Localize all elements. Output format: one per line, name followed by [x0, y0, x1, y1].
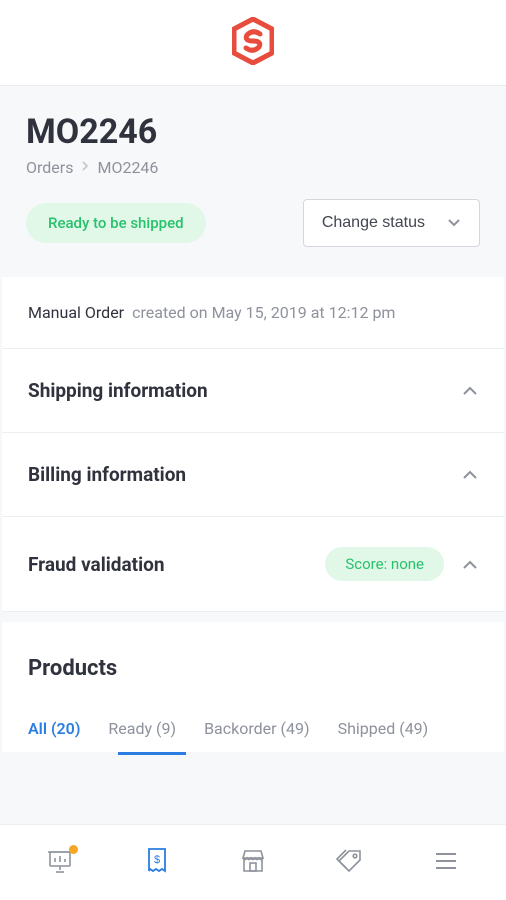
billing-title: Billing information: [28, 463, 186, 486]
tab-underline: [118, 752, 186, 755]
shipping-title: Shipping information: [28, 379, 208, 402]
nav-tags[interactable]: [327, 841, 371, 885]
breadcrumb: Orders MO2246: [26, 158, 480, 177]
tab-ready[interactable]: Ready (9): [108, 719, 176, 752]
chevron-up-icon: [462, 555, 478, 574]
change-status-label: Change status: [322, 214, 425, 232]
fraud-title: Fraud validation: [28, 553, 164, 576]
fraud-section[interactable]: Fraud validation Score: none: [2, 517, 504, 612]
chevron-right-icon: [81, 160, 89, 175]
store-icon: [240, 848, 266, 878]
chevron-down-icon: [447, 214, 461, 232]
breadcrumb-parent[interactable]: Orders: [26, 158, 73, 177]
receipt-icon: $: [145, 847, 169, 879]
nav-inventory[interactable]: [231, 841, 275, 885]
order-details-card: Manual Order created on May 15, 2019 at …: [2, 277, 504, 612]
order-created-text: created on May 15, 2019 at 12:12 pm: [132, 303, 395, 322]
nav-menu[interactable]: [424, 841, 468, 885]
app-header: [0, 0, 506, 86]
tab-backorder[interactable]: Backorder (49): [204, 719, 309, 752]
tab-shipped[interactable]: Shipped (49): [338, 719, 429, 752]
title-section: MO2246 Orders MO2246 Ready to be shipped…: [0, 86, 506, 277]
billing-section[interactable]: Billing information: [2, 433, 504, 517]
tag-icon: [335, 848, 363, 878]
bottom-nav: $: [0, 824, 506, 900]
svg-text:$: $: [154, 854, 160, 866]
app-logo: [232, 17, 274, 69]
fraud-score-badge: Score: none: [325, 547, 444, 581]
menu-icon: [434, 852, 458, 874]
chevron-up-icon: [462, 465, 478, 484]
status-row: Ready to be shipped Change status: [26, 199, 480, 247]
change-status-button[interactable]: Change status: [303, 199, 480, 247]
tab-all[interactable]: All (20): [28, 719, 80, 752]
chevron-up-icon: [462, 381, 478, 400]
page-title: MO2246: [26, 112, 480, 152]
status-badge: Ready to be shipped: [26, 203, 206, 243]
shipping-section[interactable]: Shipping information: [2, 349, 504, 433]
notification-dot: [69, 845, 78, 854]
products-title: Products: [2, 656, 504, 681]
breadcrumb-current: MO2246: [97, 158, 158, 177]
order-meta-section: Manual Order created on May 15, 2019 at …: [2, 277, 504, 349]
nav-orders[interactable]: $: [135, 841, 179, 885]
nav-dashboard[interactable]: [38, 841, 82, 885]
products-card: Products All (20) Ready (9) Backorder (4…: [2, 622, 504, 752]
products-tabs: All (20) Ready (9) Backorder (49) Shippe…: [2, 719, 504, 752]
order-type-label: Manual Order: [28, 303, 124, 322]
